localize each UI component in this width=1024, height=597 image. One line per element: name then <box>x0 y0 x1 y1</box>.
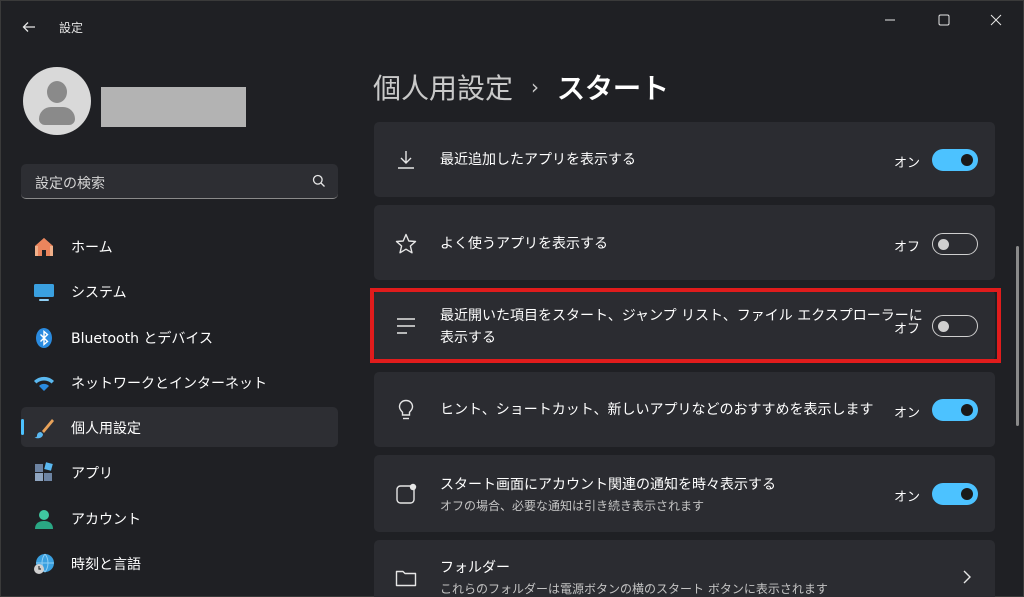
close-icon <box>990 14 1002 26</box>
account-icon <box>35 510 53 529</box>
search-placeholder: 設定の検索 <box>35 176 105 192</box>
toggle-state-label: オフ <box>894 240 921 255</box>
star-icon <box>395 233 417 254</box>
toggle-knob <box>961 404 973 416</box>
setting-subtitle: オフの場合、必要な通知は引き続き表示されます <box>440 499 705 513</box>
sidebar-item-label: 個人用設定 <box>71 421 141 437</box>
window-title: 設定 <box>59 21 84 35</box>
setting-card-recommendations: ヒント、ショートカット、新しいアプリなどのおすすめを表示します オン <box>374 372 995 447</box>
lightbulb-icon <box>398 399 414 420</box>
sidebar-item-label: ホーム <box>71 240 113 256</box>
active-indicator <box>21 419 24 435</box>
avatar[interactable] <box>23 67 91 135</box>
apps-icon <box>35 462 53 481</box>
toggle-switch[interactable] <box>932 233 978 255</box>
sidebar-item-label: 時刻と言語 <box>71 557 141 573</box>
sidebar-item-time-language[interactable]: 時刻と言語 <box>21 543 338 583</box>
toggle-state-label: オン <box>894 490 921 505</box>
monitor-icon <box>34 284 54 301</box>
sidebar-item-network[interactable]: ネットワークとインターネット <box>21 362 338 402</box>
setting-card-most-used: よく使うアプリを表示する オフ <box>374 205 995 280</box>
setting-title: スタート画面にアカウント関連の通知を時々表示する <box>440 477 776 493</box>
setting-title: 最近追加したアプリを表示する <box>440 152 636 168</box>
setting-card-folders[interactable]: フォルダー これらのフォルダーは電源ボタンの横のスタート ボタンに表示されます <box>374 540 995 597</box>
minimize-button[interactable] <box>867 9 913 31</box>
wifi-icon <box>34 376 54 391</box>
sidebar-item-bluetooth[interactable]: Bluetooth とデバイス <box>21 317 338 357</box>
toggle-state-label: オン <box>894 156 921 171</box>
setting-title: フォルダー <box>440 560 510 576</box>
page-title: スタート <box>557 72 670 105</box>
close-button[interactable] <box>973 9 1019 31</box>
sidebar-item-label: ネットワークとインターネット <box>71 376 267 392</box>
setting-title: よく使うアプリを表示する <box>440 236 608 252</box>
sidebar-item-label: システム <box>71 285 127 301</box>
sidebar-item-label: Bluetooth とデバイス <box>71 331 213 347</box>
maximize-button[interactable] <box>921 9 967 31</box>
breadcrumb: 個人用設定 › スタート <box>373 67 669 107</box>
chevron-right-icon <box>963 570 971 584</box>
notification-icon <box>396 483 417 504</box>
avatar-body <box>39 107 75 125</box>
avatar-head <box>47 81 67 103</box>
minimize-icon <box>885 19 895 21</box>
sidebar-item-apps[interactable]: アプリ <box>21 452 338 492</box>
toggle-state-label: オン <box>894 406 921 421</box>
back-button[interactable] <box>15 13 43 41</box>
toggle-switch[interactable] <box>932 483 978 505</box>
toggle-knob <box>938 239 949 250</box>
sidebar-item-label: アカウント <box>71 512 141 528</box>
toggle-switch[interactable] <box>932 399 978 421</box>
home-icon <box>35 238 53 256</box>
globe-clock-icon <box>34 553 54 574</box>
title-bar: 設定 <box>1 1 1024 45</box>
toggle-knob <box>961 488 973 500</box>
sidebar-item-accounts[interactable]: アカウント <box>21 498 338 538</box>
setting-card-account-notifications: スタート画面にアカウント関連の通知を時々表示する オフの場合、必要な通知は引き続… <box>374 455 995 532</box>
setting-subtitle: これらのフォルダーは電源ボタンの横のスタート ボタンに表示されます <box>440 582 828 596</box>
toggle-switch[interactable] <box>932 149 978 171</box>
bluetooth-icon <box>36 328 52 348</box>
sidebar-item-label: アプリ <box>71 466 113 482</box>
maximize-icon <box>938 14 950 26</box>
settings-window: 設定 設定の検索 ホーム システム Bluetooth とデバイス ネットワーク… <box>0 0 1024 597</box>
breadcrumb-separator: › <box>531 75 540 99</box>
sidebar-item-home[interactable]: ホーム <box>21 226 338 266</box>
brush-icon <box>34 419 54 439</box>
sidebar-item-system[interactable]: システム <box>21 271 338 311</box>
search-icon <box>312 174 325 187</box>
redacted-user-name <box>101 87 246 127</box>
back-arrow-icon <box>22 22 35 32</box>
setting-card-recently-added: 最近追加したアプリを表示する オン <box>374 122 995 197</box>
sidebar-item-personalization[interactable]: 個人用設定 <box>21 407 338 447</box>
setting-title: ヒント、ショートカット、新しいアプリなどのおすすめを表示します <box>440 402 874 418</box>
breadcrumb-parent[interactable]: 個人用設定 <box>373 67 513 107</box>
toggle-knob <box>961 154 973 166</box>
folder-icon <box>395 570 417 587</box>
search-input[interactable]: 設定の検索 <box>21 164 338 199</box>
download-icon <box>398 151 414 169</box>
red-highlight-frame <box>370 288 1001 363</box>
scrollbar[interactable] <box>1016 246 1019 426</box>
